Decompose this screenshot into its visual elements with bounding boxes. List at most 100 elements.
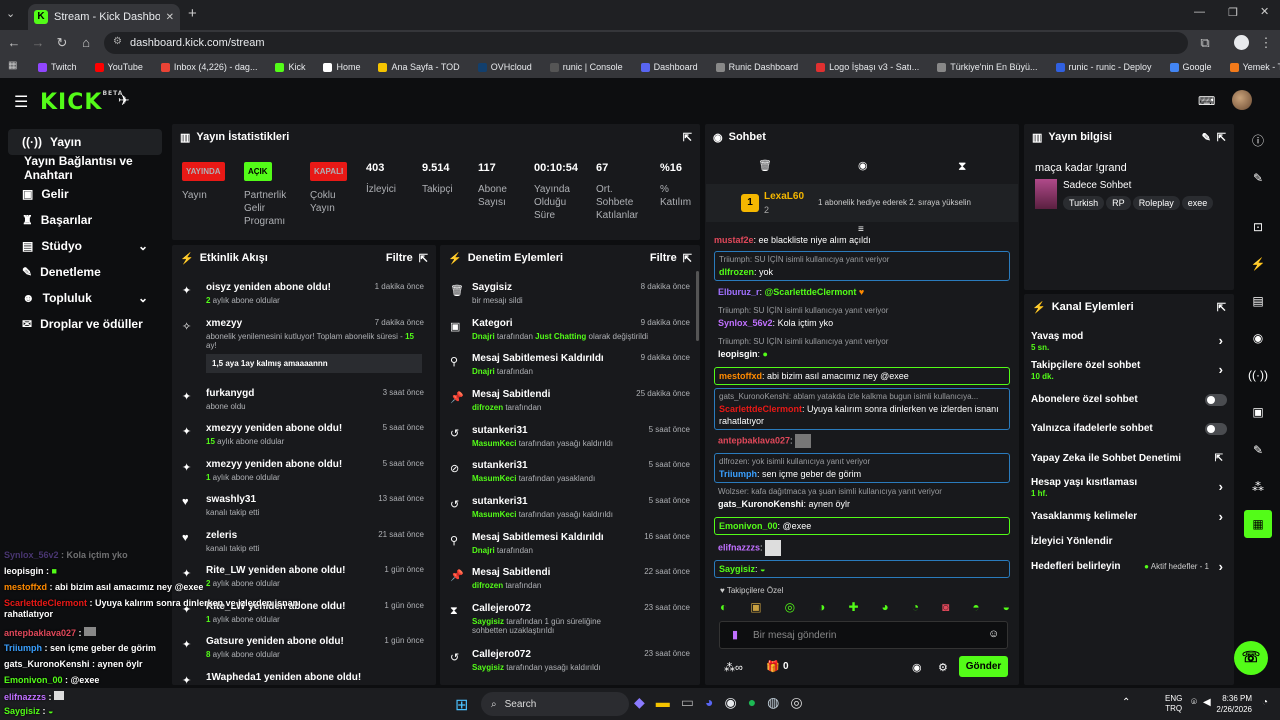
bookmark-item[interactable]: Home — [313, 62, 368, 72]
action-goals[interactable]: Hedefleri belirleyin ● Aktif hedefler - 1… — [1031, 559, 1227, 574]
file-explorer-icon[interactable]: ▬ — [656, 694, 670, 711]
emote-icon[interactable]: ◕ — [882, 600, 889, 614]
bookmark-item[interactable]: OVHcloud — [468, 62, 540, 72]
emote-icon[interactable]: ◙ — [942, 600, 949, 614]
tray-chevron-icon[interactable]: ⌃ — [1122, 697, 1130, 708]
url-field[interactable]: ⚙ dashboard.kick.com/stream — [104, 32, 1188, 54]
chat-icon[interactable]: ◉ — [1244, 324, 1272, 352]
action-emotes-only[interactable]: Yalnızca ifadelerle sohbet — [1031, 423, 1227, 435]
emoji-icon[interactable]: ☺ — [988, 628, 999, 640]
action-subscribers-only[interactable]: Abonelere özel sohbet — [1031, 394, 1227, 406]
sidebar-item-topluluk[interactable]: ☻ Topluluk ⌄ — [8, 285, 162, 311]
filter-button[interactable]: Filtre — [386, 252, 413, 264]
discord-icon[interactable]: ◕ — [705, 694, 713, 711]
subscribers-only-toggle[interactable] — [1205, 394, 1227, 406]
clock[interactable]: 8:36 PM 2/26/2026 — [1214, 693, 1252, 715]
keyboard-icon[interactable]: ⌨ — [1198, 94, 1215, 108]
bookmark-item[interactable]: Google — [1160, 62, 1220, 72]
emote-icon[interactable]: ✚ — [848, 600, 858, 614]
document-icon[interactable]: ▤ — [1244, 287, 1272, 315]
hourglass-icon[interactable]: ⧗ — [958, 159, 966, 174]
sidebar-item-stream-key[interactable]: Yayın Bağlantısı ve Anahtarı — [8, 154, 162, 182]
bookmark-item[interactable]: Twitch — [28, 62, 85, 72]
crop-icon[interactable]: ⊡ — [1244, 213, 1272, 241]
send-button[interactable]: Gönder — [959, 656, 1008, 677]
tag[interactable]: RP — [1106, 196, 1131, 210]
notification-icon[interactable]: ◔ — [1262, 697, 1268, 708]
sidebar-item-studyo[interactable]: ▤ Stüdyo ⌄ — [8, 233, 162, 259]
action-followers-only[interactable]: Takipçilere özel sohbet 10 dk. › — [1031, 360, 1227, 381]
bookmark-item[interactable]: YouTube — [85, 62, 151, 72]
minimize-button[interactable]: — — [1194, 6, 1205, 18]
apps-grid-icon[interactable]: ▦ — [8, 60, 17, 71]
pin-icon[interactable]: ✈ — [118, 92, 130, 109]
gift-icon[interactable]: 🎁 — [766, 660, 780, 673]
menu-icon[interactable]: ⋮ — [1256, 30, 1276, 56]
broadcast-icon[interactable]: ((·)) — [1244, 361, 1272, 389]
action-raid[interactable]: İzleyici Yönlendir — [1031, 536, 1227, 547]
taskbar-search[interactable]: ⌕ Search — [481, 692, 629, 716]
popout-icon[interactable]: ⇱ — [683, 131, 692, 144]
tag[interactable]: Roleplay — [1132, 196, 1180, 210]
maximize-button[interactable]: ❐ — [1228, 6, 1238, 19]
hamburger-menu-icon[interactable]: ☰ — [14, 92, 28, 112]
emote-icon[interactable]: ◒ — [1003, 600, 1010, 614]
close-tab-icon[interactable]: ✕ — [166, 12, 174, 23]
sidebar-item-droplar[interactable]: ✉ Droplar ve ödüller — [8, 311, 162, 337]
bookmark-item[interactable]: runic - runic - Deploy — [1046, 62, 1160, 72]
popout-icon[interactable]: ⇱ — [419, 252, 428, 265]
bookmark-item[interactable]: Dashboard — [631, 62, 706, 72]
kick-logo[interactable]: KICKBETA — [40, 90, 123, 115]
chat-users-icon[interactable]: ◉ — [912, 661, 922, 674]
windows-start-icon[interactable]: ⊞ — [455, 695, 468, 715]
volume-icon[interactable]: ◀ — [1203, 697, 1211, 708]
support-button[interactable]: ☏ — [1234, 641, 1268, 675]
bookmark-item[interactable]: runic | Console — [540, 62, 631, 72]
chevron-down-icon[interactable]: ⌄ — [138, 291, 148, 305]
game-icon[interactable]: ▦ — [1244, 510, 1272, 538]
emote-icon[interactable]: ◔ — [912, 600, 919, 614]
network-icon[interactable]: ⌾ — [1191, 697, 1197, 708]
bookmark-item[interactable]: Runic Dashboard — [706, 62, 807, 72]
scrollbar[interactable] — [696, 271, 699, 341]
action-ai-moderation[interactable]: Yapay Zeka ile Sohbet Denetimi ⇱ — [1031, 453, 1227, 464]
close-window-button[interactable]: ✕ — [1260, 5, 1269, 18]
stack-icon[interactable]: ▣ — [1244, 398, 1272, 426]
chrome-icon[interactable]: ◉ — [724, 694, 736, 711]
home-icon[interactable]: ⌂ — [76, 30, 96, 56]
action-account-age[interactable]: Hesap yaşı kısıtlaması 1 hf. › — [1031, 477, 1227, 498]
tab-search-icon[interactable]: ⌄ — [6, 7, 15, 20]
profile-avatar-icon[interactable] — [1234, 35, 1249, 50]
bookmark-item[interactable]: Kick — [265, 62, 313, 72]
points-icon[interactable]: ⁂∞ — [724, 661, 743, 674]
copilot-icon[interactable]: ◆ — [634, 694, 645, 711]
chat-bubble-icon[interactable]: ◉ — [858, 159, 868, 172]
bookmark-item[interactable]: Ana Sayfa - TOD — [368, 62, 467, 72]
chevron-down-icon[interactable]: ⌄ — [138, 239, 148, 253]
browser-tab[interactable]: K Stream - Kick Dashboard ✕ — [28, 4, 180, 30]
new-tab-button[interactable]: + — [188, 5, 197, 22]
steam-icon[interactable]: ◍ — [767, 694, 779, 711]
sidebar-item-basarilar[interactable]: ♜ Başarılar — [8, 207, 162, 233]
tag[interactable]: exee — [1181, 196, 1214, 210]
reload-icon[interactable]: ↻ — [52, 30, 72, 56]
action-banned-words[interactable]: Yasaklanmış kelimeler › — [1031, 509, 1227, 524]
sidebar-item-denetleme[interactable]: ✎ Denetleme — [8, 259, 162, 285]
wrench-icon[interactable]: ✎ — [1244, 436, 1272, 464]
back-icon[interactable]: ← — [4, 30, 24, 56]
bolt-icon[interactable]: ⚡ — [1244, 250, 1272, 278]
bookmark-item[interactable]: Türkiye'nin En Büyü... — [927, 62, 1045, 72]
dots-icon[interactable]: ⁂ — [1244, 473, 1272, 501]
chat-settings-icon[interactable]: ⚙ — [938, 661, 948, 674]
filter-button[interactable]: Filtre — [650, 252, 677, 264]
popout-icon[interactable]: ⇱ — [1217, 131, 1226, 144]
category-name[interactable]: Sadece Sohbet — [1063, 180, 1131, 191]
edit-icon[interactable]: ✎ — [1202, 131, 1211, 144]
emotes-only-toggle[interactable] — [1205, 423, 1227, 435]
sidebar-item-gelir[interactable]: ▣ Gelir — [8, 181, 162, 207]
spotify-icon[interactable]: ● — [748, 694, 756, 711]
popout-icon[interactable]: ⇱ — [1217, 301, 1226, 314]
trash-icon[interactable]: 🗑 — [758, 159, 772, 172]
chat-input[interactable]: ▮ Bir mesaj gönderin ☺ — [719, 621, 1008, 649]
bookmark-item[interactable]: Inbox (4,226) - dag... — [151, 62, 266, 72]
